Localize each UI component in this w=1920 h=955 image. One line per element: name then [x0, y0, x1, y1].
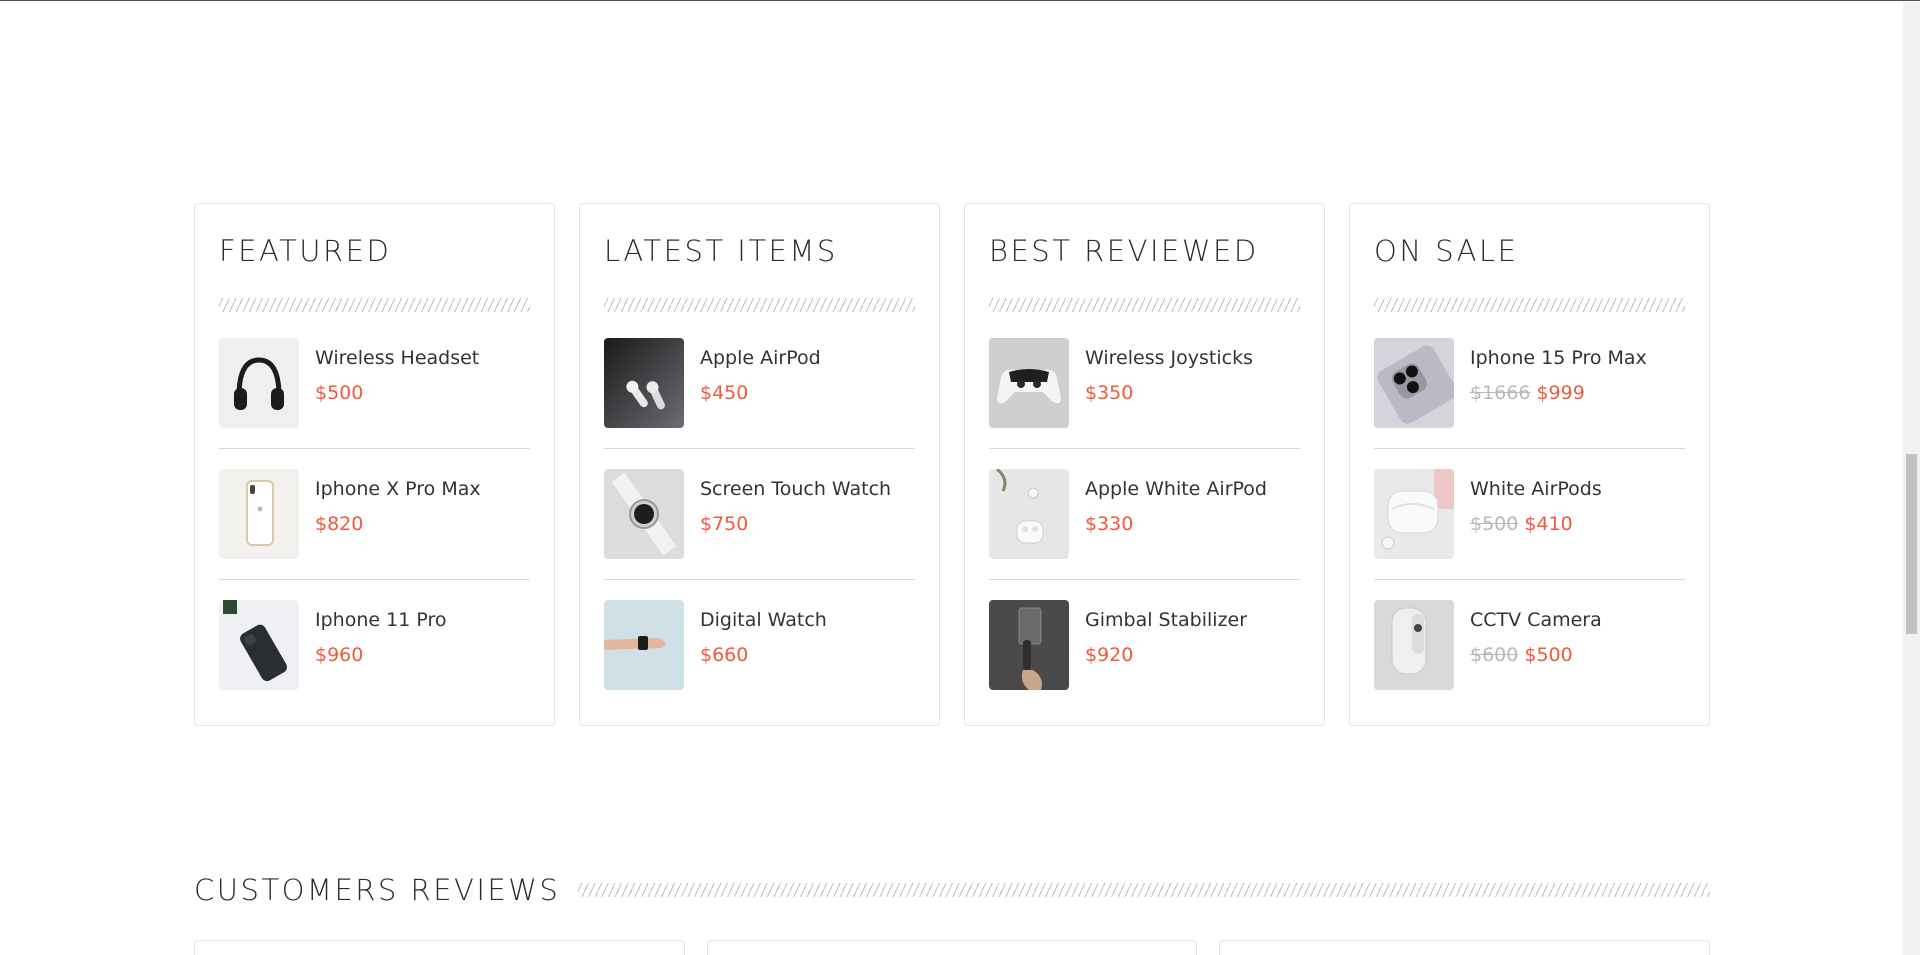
latest-items-column: LATEST ITEMS Apple AirPod $450 Screen To… — [579, 203, 940, 726]
product-name[interactable]: Iphone 15 Pro Max — [1470, 347, 1647, 370]
airpod-case-image[interactable] — [989, 469, 1069, 559]
review-card — [706, 940, 1198, 955]
cctv-image[interactable] — [1374, 600, 1454, 690]
vertical-scrollbar[interactable] — [1903, 2, 1920, 955]
smartwatch-image[interactable] — [604, 469, 684, 559]
product-price: $750 — [700, 512, 749, 535]
product-price: $999 — [1536, 381, 1585, 404]
column-title: LATEST ITEMS — [604, 234, 838, 268]
page: FEATURED Wireless Headset $500 Iphone X … — [0, 0, 1920, 955]
product-item[interactable]: Wireless Headset $500 — [219, 338, 530, 449]
product-item[interactable]: Apple AirPod $450 — [604, 338, 915, 449]
product-name[interactable]: Iphone X Pro Max — [315, 478, 481, 501]
product-name[interactable]: CCTV Camera — [1470, 609, 1602, 632]
review-card — [194, 940, 685, 955]
phone-white-image[interactable] — [219, 469, 299, 559]
gamepad-image[interactable] — [989, 338, 1069, 428]
old-price: $1666 — [1470, 381, 1531, 404]
product-price: $410 — [1524, 512, 1573, 535]
product-name[interactable]: Apple White AirPod — [1085, 478, 1267, 501]
product-price: $450 — [700, 381, 749, 404]
product-columns: FEATURED Wireless Headset $500 Iphone X … — [194, 203, 1710, 726]
product-price: $500 — [1524, 643, 1573, 666]
product-item[interactable]: Iphone 15 Pro Max $1666 $999 — [1374, 338, 1685, 449]
gimbal-image[interactable] — [989, 600, 1069, 690]
customers-reviews-header: CUSTOMERS REVIEWS — [194, 873, 1710, 907]
column-title: FEATURED — [219, 234, 392, 268]
product-price: $330 — [1085, 512, 1134, 535]
hatch-divider — [219, 298, 530, 312]
phone-black-image[interactable] — [219, 600, 299, 690]
product-name[interactable]: Screen Touch Watch — [700, 478, 891, 501]
product-price: $820 — [315, 512, 364, 535]
product-price: $350 — [1085, 381, 1134, 404]
hatch-divider — [1374, 298, 1685, 312]
product-item[interactable]: Iphone 11 Pro $960 — [219, 600, 530, 710]
product-price: $920 — [1085, 643, 1134, 666]
product-price: $500 — [315, 381, 364, 404]
wrist-watch-image[interactable] — [604, 600, 684, 690]
product-name[interactable]: Wireless Headset — [315, 347, 479, 370]
product-name[interactable]: White AirPods — [1470, 478, 1602, 501]
product-name[interactable]: Digital Watch — [700, 609, 827, 632]
product-item[interactable]: Iphone X Pro Max $820 — [219, 469, 530, 580]
best-reviewed-column: BEST REVIEWED Wireless Joysticks $350 Ap… — [964, 203, 1325, 726]
section-title: CUSTOMERS REVIEWS — [194, 873, 561, 907]
product-item[interactable]: Apple White AirPod $330 — [989, 469, 1300, 580]
airpods-white-image[interactable] — [1374, 469, 1454, 559]
phone-camera-image[interactable] — [1374, 338, 1454, 428]
old-price: $600 — [1470, 643, 1519, 666]
scrollbar-thumb[interactable] — [1906, 454, 1917, 634]
product-name[interactable]: Wireless Joysticks — [1085, 347, 1253, 370]
old-price: $500 — [1470, 512, 1519, 535]
product-item[interactable]: White AirPods $500 $410 — [1374, 469, 1685, 580]
product-item[interactable]: CCTV Camera $600 $500 — [1374, 600, 1685, 710]
product-item[interactable]: Digital Watch $660 — [604, 600, 915, 710]
featured-column: FEATURED Wireless Headset $500 Iphone X … — [194, 203, 555, 726]
product-item[interactable]: Screen Touch Watch $750 — [604, 469, 915, 580]
product-price: $960 — [315, 643, 364, 666]
product-item[interactable]: Wireless Joysticks $350 — [989, 338, 1300, 449]
review-cards — [194, 940, 1711, 955]
column-title: BEST REVIEWED — [989, 234, 1259, 268]
column-title: ON SALE — [1374, 234, 1519, 268]
hatch-divider — [989, 298, 1300, 312]
product-price: $660 — [700, 643, 749, 666]
hatch-divider — [604, 298, 915, 312]
hatch-divider — [578, 883, 1710, 897]
product-name[interactable]: Gimbal Stabilizer — [1085, 609, 1247, 632]
product-name[interactable]: Apple AirPod — [700, 347, 821, 370]
review-card — [1219, 940, 1711, 955]
headset-image[interactable] — [219, 338, 299, 428]
product-item[interactable]: Gimbal Stabilizer $920 — [989, 600, 1300, 710]
product-name[interactable]: Iphone 11 Pro — [315, 609, 446, 632]
on-sale-column: ON SALE Iphone 15 Pro Max $1666 $999 Whi… — [1349, 203, 1710, 726]
airpod-dark-image[interactable] — [604, 338, 684, 428]
